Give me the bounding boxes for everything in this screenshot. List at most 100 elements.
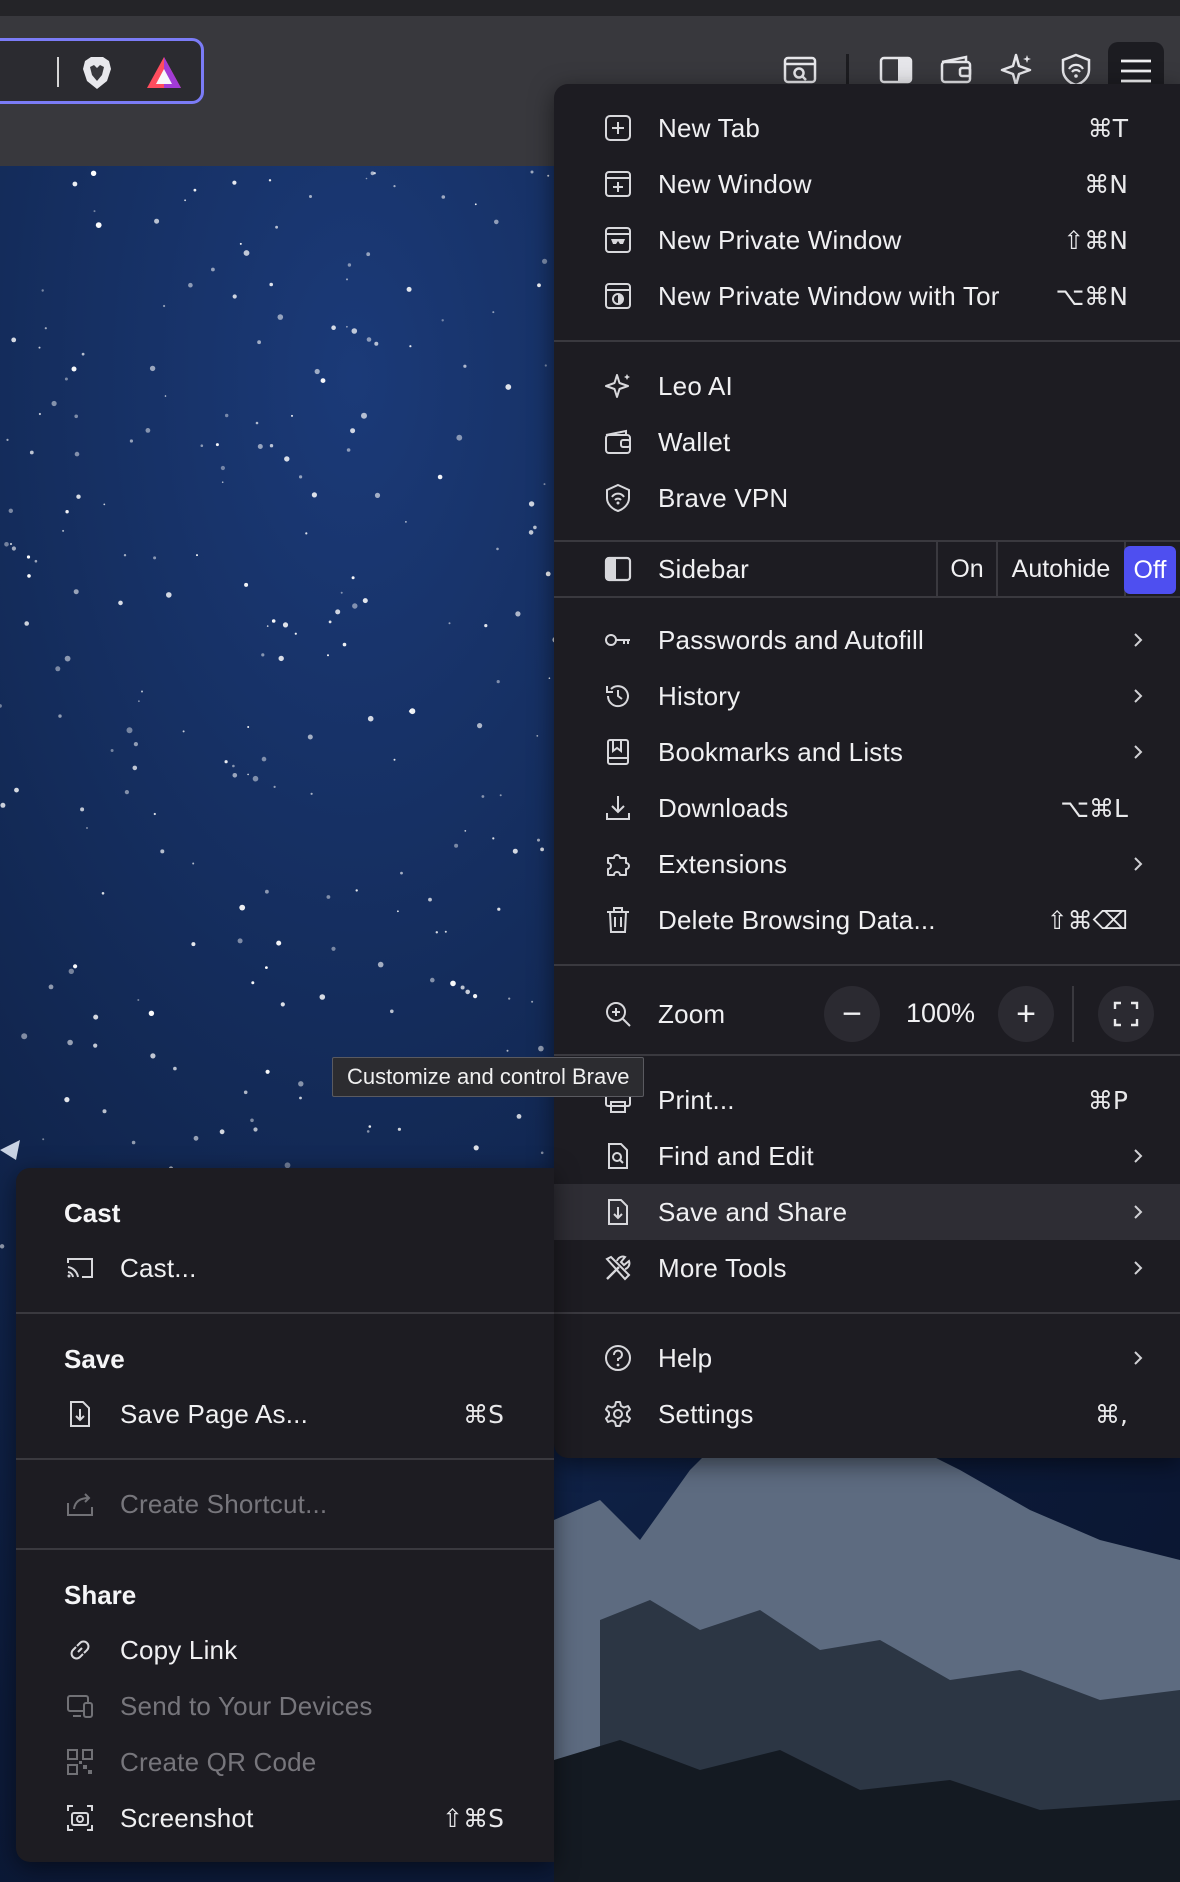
star	[409, 345, 412, 348]
star	[492, 311, 495, 314]
menu-item-new-tab[interactable]: New Tab ⌘T	[554, 100, 1180, 156]
sidebar-icon	[602, 553, 634, 585]
submenu-item-save-page[interactable]: Save Page As... ⌘S	[16, 1386, 554, 1442]
brave-rewards-icon[interactable]	[145, 55, 183, 91]
address-bar[interactable]	[0, 38, 204, 104]
menu-item-bookmarks[interactable]: Bookmarks and Lists	[554, 724, 1180, 780]
star	[346, 325, 348, 328]
star	[368, 1125, 372, 1128]
star	[232, 180, 237, 185]
submenu-item-screenshot[interactable]: Screenshot ⇧⌘S	[16, 1790, 554, 1846]
star	[365, 177, 368, 180]
menu-item-shortcut: ⌥⌘N	[1055, 281, 1128, 311]
toolbar-lower-area	[0, 110, 560, 166]
star	[335, 609, 341, 615]
star	[221, 481, 224, 484]
star	[90, 170, 97, 176]
menu-item-passwords[interactable]: Passwords and Autofill	[554, 612, 1180, 668]
star	[351, 576, 355, 580]
menu-item-print[interactable]: Print... ⌘P	[554, 1072, 1180, 1128]
menu-item-label: Delete Browsing Data...	[658, 904, 936, 935]
star	[74, 451, 80, 457]
sidebar-option-off[interactable]: Off	[1124, 546, 1176, 594]
star	[137, 999, 140, 1001]
menu-item-new-private-tor[interactable]: New Private Window with Tor ⌥⌘N	[554, 268, 1180, 324]
star	[27, 574, 31, 578]
chevron-right-icon	[1128, 1202, 1148, 1222]
menu-item-history[interactable]: History	[554, 668, 1180, 724]
star	[543, 483, 546, 486]
submenu-item-qr-code[interactable]: Create QR Code	[16, 1734, 554, 1790]
star	[362, 598, 368, 604]
star	[182, 730, 185, 733]
star	[496, 680, 500, 684]
star	[93, 1014, 99, 1020]
zoom-in-button[interactable]: +	[998, 986, 1054, 1042]
menu-item-shortcut: ⇧⌘S	[442, 1803, 504, 1833]
star	[284, 456, 290, 462]
star	[314, 368, 320, 375]
submenu-item-send-devices[interactable]: Send to Your Devices	[16, 1678, 554, 1734]
star	[153, 812, 156, 816]
submenu-item-cast[interactable]: Cast...	[16, 1240, 554, 1296]
star	[247, 726, 250, 728]
menu-item-settings[interactable]: Settings ⌘,	[554, 1386, 1180, 1442]
menu-item-downloads[interactable]: Downloads ⌥⌘L	[554, 780, 1180, 836]
brave-shields-icon[interactable]	[80, 55, 114, 91]
star	[528, 501, 535, 507]
star	[327, 654, 329, 657]
qr-code-icon	[64, 1746, 96, 1778]
link-icon	[64, 1634, 96, 1666]
star	[508, 997, 511, 1000]
star	[71, 366, 77, 372]
menu-item-wallet[interactable]: Wallet	[554, 414, 1180, 470]
shortcut-icon	[64, 1488, 96, 1520]
star	[544, 364, 547, 367]
star	[257, 444, 263, 449]
menu-item-new-window[interactable]: New Window ⌘N	[554, 156, 1180, 212]
menu-item-help[interactable]: Help	[554, 1330, 1180, 1386]
menu-item-label: Cast...	[120, 1252, 197, 1283]
menu-item-more-tools[interactable]: More Tools	[554, 1240, 1180, 1296]
submenu-item-create-shortcut[interactable]: Create Shortcut...	[16, 1476, 554, 1532]
star	[545, 571, 551, 577]
star	[298, 1081, 304, 1087]
star	[184, 199, 187, 202]
star	[346, 448, 351, 452]
star	[435, 931, 438, 934]
star	[311, 492, 317, 498]
menu-item-delete-browsing-data[interactable]: Delete Browsing Data... ⇧⌘⌫	[554, 892, 1180, 948]
star	[188, 282, 193, 288]
menu-item-brave-vpn[interactable]: Brave VPN	[554, 470, 1180, 526]
star	[67, 1039, 73, 1046]
star	[331, 325, 336, 331]
menu-item-leo-ai[interactable]: Leo AI	[554, 358, 1180, 414]
menu-divider	[16, 1312, 554, 1314]
star	[55, 666, 61, 672]
star	[166, 592, 172, 598]
menu-item-find-edit[interactable]: Find and Edit	[554, 1128, 1180, 1184]
star	[331, 946, 336, 951]
star	[239, 242, 242, 245]
history-icon	[602, 680, 634, 712]
submenu-item-copy-link[interactable]: Copy Link	[16, 1622, 554, 1678]
menu-item-label: New Window	[658, 168, 812, 199]
menu-item-shortcut: ⌘P	[1087, 1085, 1128, 1115]
star	[299, 475, 303, 479]
section-heading-cast: Cast	[64, 1198, 121, 1228]
fullscreen-button[interactable]	[1098, 986, 1154, 1042]
save-document-icon	[64, 1398, 96, 1430]
star	[196, 554, 198, 557]
sidebar-option-on[interactable]: On	[936, 542, 996, 596]
zoom-out-button[interactable]: −	[824, 986, 880, 1042]
sidebar-option-autohide[interactable]: Autohide	[996, 542, 1124, 596]
star	[528, 530, 534, 535]
star	[11, 337, 17, 343]
menu-item-save-share[interactable]: Save and Share	[554, 1184, 1180, 1240]
menu-item-new-private-window[interactable]: New Private Window ⇧⌘N	[554, 212, 1180, 268]
star	[220, 465, 225, 471]
menu-item-extensions[interactable]: Extensions	[554, 836, 1180, 892]
star	[34, 559, 38, 563]
star	[58, 714, 62, 718]
star	[124, 790, 129, 795]
